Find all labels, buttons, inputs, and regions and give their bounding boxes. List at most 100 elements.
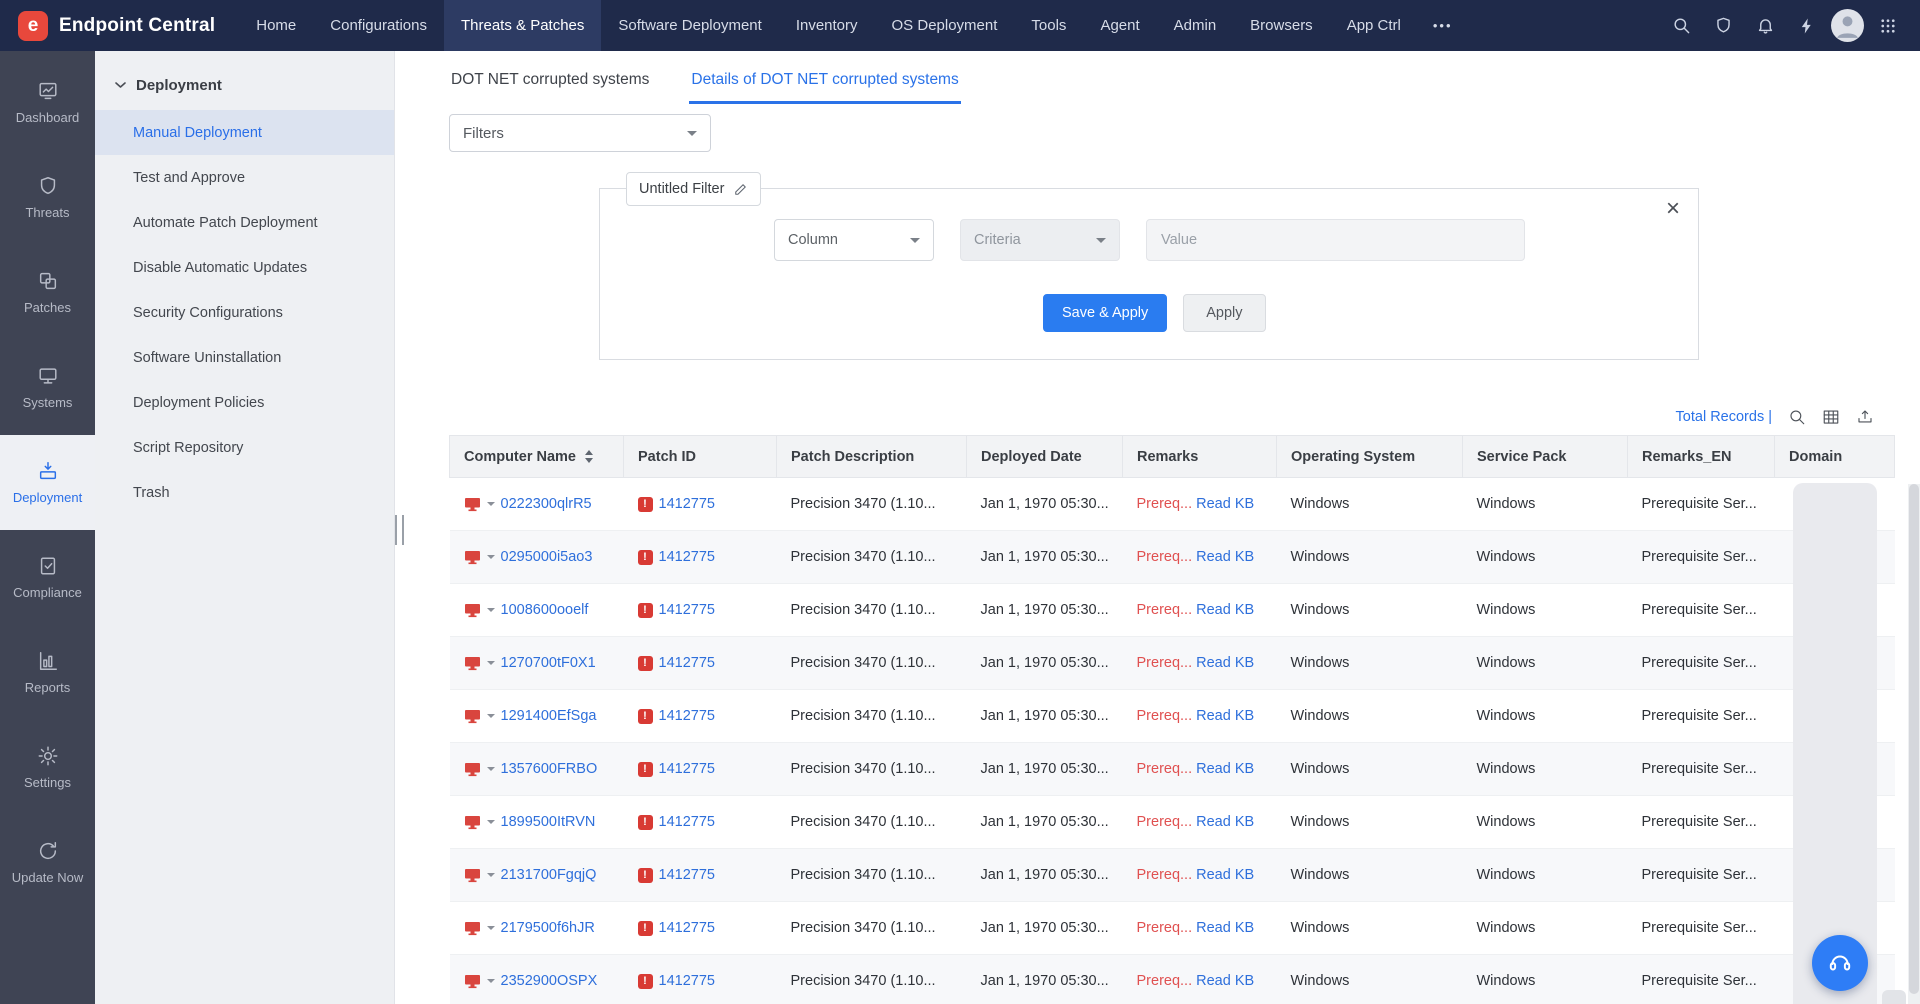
row-caret-icon[interactable]: [486, 926, 495, 930]
nav-item-agent[interactable]: Agent: [1083, 0, 1156, 51]
row-caret-icon[interactable]: [486, 608, 495, 612]
notification-bell-icon[interactable]: [1747, 8, 1783, 44]
save-and-apply-button[interactable]: Save & Apply: [1043, 294, 1168, 332]
read-kb-link[interactable]: Read KB: [1196, 814, 1254, 830]
sidebar-item-disable-automatic-updates[interactable]: Disable Automatic Updates: [95, 245, 394, 290]
read-kb-link[interactable]: Read KB: [1196, 549, 1254, 565]
computer-monitor-icon[interactable]: [464, 974, 481, 989]
export-icon[interactable]: [1856, 408, 1874, 426]
rail-item-settings[interactable]: Settings: [0, 720, 95, 815]
computer-monitor-icon[interactable]: [464, 656, 481, 671]
nav-item-os-deployment[interactable]: OS Deployment: [875, 0, 1015, 51]
sidebar-section-deployment[interactable]: Deployment: [95, 77, 394, 110]
col-remarks-en[interactable]: Remarks_EN: [1627, 435, 1775, 478]
tab-dotnet-corrupted-systems[interactable]: DOT NET corrupted systems: [449, 71, 651, 104]
col-patch-id[interactable]: Patch ID: [623, 435, 777, 478]
rail-item-deployment[interactable]: Deployment: [0, 435, 95, 530]
computer-monitor-icon[interactable]: [464, 709, 481, 724]
filters-dropdown[interactable]: Filters: [449, 114, 711, 152]
read-kb-link[interactable]: Read KB: [1196, 973, 1254, 989]
sidebar-item-automate-patch-deployment[interactable]: Automate Patch Deployment: [95, 200, 394, 245]
column-chooser-icon[interactable]: [1822, 408, 1840, 426]
patch-id-link[interactable]: 1412775: [659, 549, 715, 565]
computer-monitor-icon[interactable]: [464, 550, 481, 565]
security-shield-icon[interactable]: [1705, 8, 1741, 44]
computer-name-link[interactable]: 1008600ooelf: [501, 602, 589, 618]
rail-item-systems[interactable]: Systems: [0, 340, 95, 435]
computer-name-link[interactable]: 1291400EfSga: [501, 708, 597, 724]
row-caret-icon[interactable]: [486, 661, 495, 665]
read-kb-link[interactable]: Read KB: [1196, 496, 1254, 512]
row-caret-icon[interactable]: [486, 979, 495, 983]
apply-button[interactable]: Apply: [1183, 294, 1266, 332]
computer-monitor-icon[interactable]: [464, 921, 481, 936]
computer-name-link[interactable]: 2352900OSPX: [501, 973, 598, 989]
col-domain[interactable]: Domain: [1774, 435, 1895, 478]
sort-icon[interactable]: [585, 450, 593, 464]
patch-id-link[interactable]: 1412775: [659, 496, 715, 512]
sidebar-item-script-repository[interactable]: Script Repository: [95, 425, 394, 470]
computer-monitor-icon[interactable]: [464, 868, 481, 883]
patch-id-link[interactable]: 1412775: [659, 708, 715, 724]
patch-id-link[interactable]: 1412775: [659, 867, 715, 883]
read-kb-link[interactable]: Read KB: [1196, 920, 1254, 936]
row-caret-icon[interactable]: [486, 502, 495, 506]
read-kb-link[interactable]: Read KB: [1196, 761, 1254, 777]
sidebar-item-test-and-approve[interactable]: Test and Approve: [95, 155, 394, 200]
close-icon[interactable]: ×: [1666, 197, 1680, 221]
computer-name-link[interactable]: 2131700FgqjQ: [501, 867, 597, 883]
read-kb-link[interactable]: Read KB: [1196, 867, 1254, 883]
apps-grid-icon[interactable]: [1870, 8, 1906, 44]
col-operating-system[interactable]: Operating System: [1276, 435, 1463, 478]
computer-monitor-icon[interactable]: [464, 603, 481, 618]
table-search-icon[interactable]: [1788, 408, 1806, 426]
nav-more-icon[interactable]: •••: [1418, 0, 1468, 51]
tab-details-dotnet-corrupted-systems[interactable]: Details of DOT NET corrupted systems: [689, 71, 961, 104]
row-caret-icon[interactable]: [486, 714, 495, 718]
nav-item-software-deployment[interactable]: Software Deployment: [601, 0, 778, 51]
col-deployed-date[interactable]: Deployed Date: [966, 435, 1123, 478]
sidebar-item-trash[interactable]: Trash: [95, 470, 394, 515]
row-caret-icon[interactable]: [486, 555, 495, 559]
nav-item-configurations[interactable]: Configurations: [313, 0, 444, 51]
read-kb-link[interactable]: Read KB: [1196, 602, 1254, 618]
patch-id-link[interactable]: 1412775: [659, 973, 715, 989]
read-kb-link[interactable]: Read KB: [1196, 708, 1254, 724]
nav-item-home[interactable]: Home: [239, 0, 313, 51]
row-caret-icon[interactable]: [486, 820, 495, 824]
computer-monitor-icon[interactable]: [464, 762, 481, 777]
nav-item-inventory[interactable]: Inventory: [779, 0, 875, 51]
filter-name-chip[interactable]: Untitled Filter: [626, 172, 762, 206]
row-caret-icon[interactable]: [486, 767, 495, 771]
col-remarks[interactable]: Remarks: [1122, 435, 1277, 478]
col-service-pack[interactable]: Service Pack: [1462, 435, 1628, 478]
rail-item-update-now[interactable]: Update Now: [0, 815, 95, 910]
rail-item-compliance[interactable]: Compliance: [0, 530, 95, 625]
nav-item-threats-patches[interactable]: Threats & Patches: [444, 0, 602, 51]
rail-item-reports[interactable]: Reports: [0, 625, 95, 720]
nav-item-browsers[interactable]: Browsers: [1233, 0, 1330, 51]
patch-id-link[interactable]: 1412775: [659, 761, 715, 777]
edit-pencil-icon[interactable]: [734, 182, 748, 196]
sidebar-item-security-configurations[interactable]: Security Configurations: [95, 290, 394, 335]
computer-monitor-icon[interactable]: [464, 815, 481, 830]
computer-name-link[interactable]: 0295000i5ao3: [501, 549, 593, 565]
rail-item-threats[interactable]: Threats: [0, 150, 95, 245]
nav-item-app-ctrl[interactable]: App Ctrl: [1330, 0, 1418, 51]
col-computer-name[interactable]: Computer Name: [449, 435, 624, 478]
sidebar-item-deployment-policies[interactable]: Deployment Policies: [95, 380, 394, 425]
computer-name-link[interactable]: 2179500f6hJR: [501, 920, 595, 936]
patch-id-link[interactable]: 1412775: [659, 602, 715, 618]
nav-item-tools[interactable]: Tools: [1014, 0, 1083, 51]
scrollbar-thumb[interactable]: [1909, 484, 1919, 994]
computer-name-link[interactable]: 1357600FRBO: [501, 761, 598, 777]
col-patch-description[interactable]: Patch Description: [776, 435, 967, 478]
column-select[interactable]: Column: [774, 219, 934, 261]
nav-item-admin[interactable]: Admin: [1157, 0, 1234, 51]
flash-icon[interactable]: [1789, 8, 1825, 44]
computer-name-link[interactable]: 1270700tF0X1: [501, 655, 596, 671]
patch-id-link[interactable]: 1412775: [659, 920, 715, 936]
support-fab[interactable]: [1812, 935, 1868, 991]
sidebar-item-manual-deployment[interactable]: Manual Deployment: [95, 110, 394, 155]
avatar[interactable]: [1831, 9, 1864, 42]
